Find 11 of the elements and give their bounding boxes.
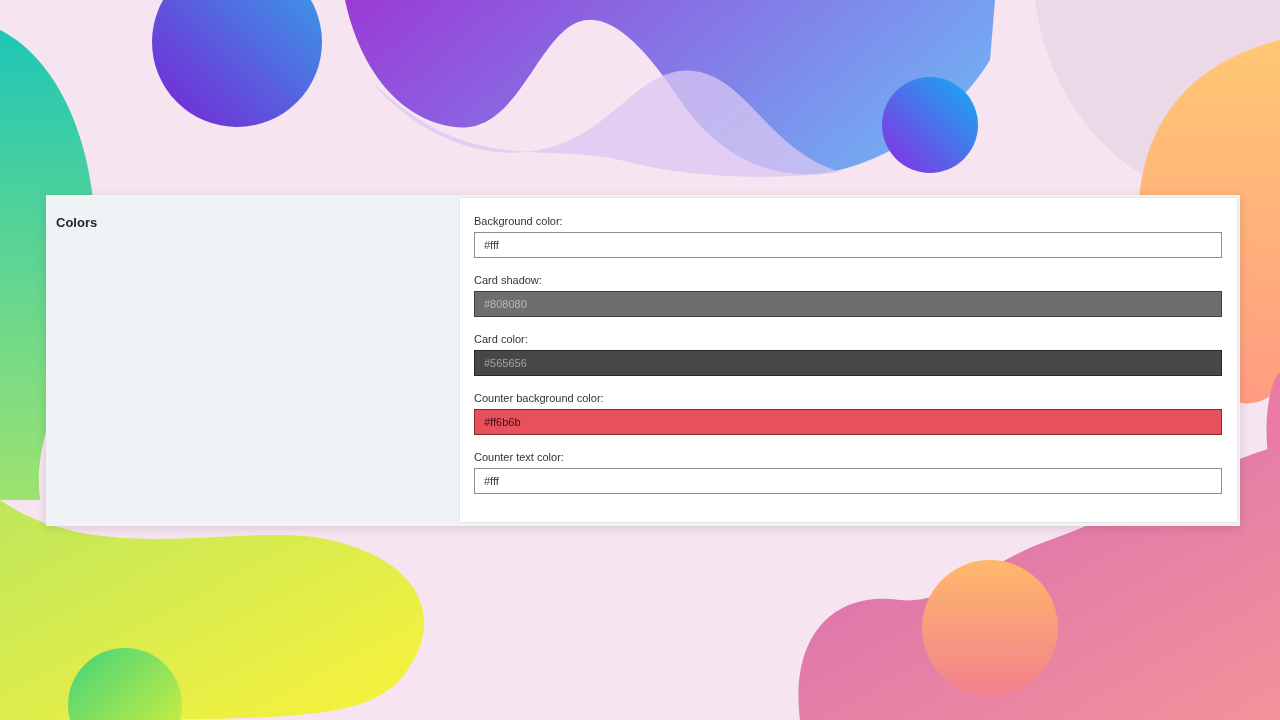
field-label: Background color: [474, 214, 564, 228]
color-input-field[interactable]: #fff [474, 468, 1222, 494]
color-input-field[interactable]: #565656 [474, 350, 1222, 376]
field-label: Counter text color: [474, 450, 565, 464]
section-title: Colors [56, 215, 99, 231]
color-input-field[interactable]: #fff [474, 232, 1222, 258]
field-label: Card shadow: [474, 273, 543, 287]
color-input-field[interactable]: #ff6b6b [474, 409, 1222, 435]
field-label: Counter background color: [474, 391, 605, 405]
field-label: Card color: [474, 332, 529, 346]
color-input-field[interactable]: #808080 [474, 291, 1222, 317]
